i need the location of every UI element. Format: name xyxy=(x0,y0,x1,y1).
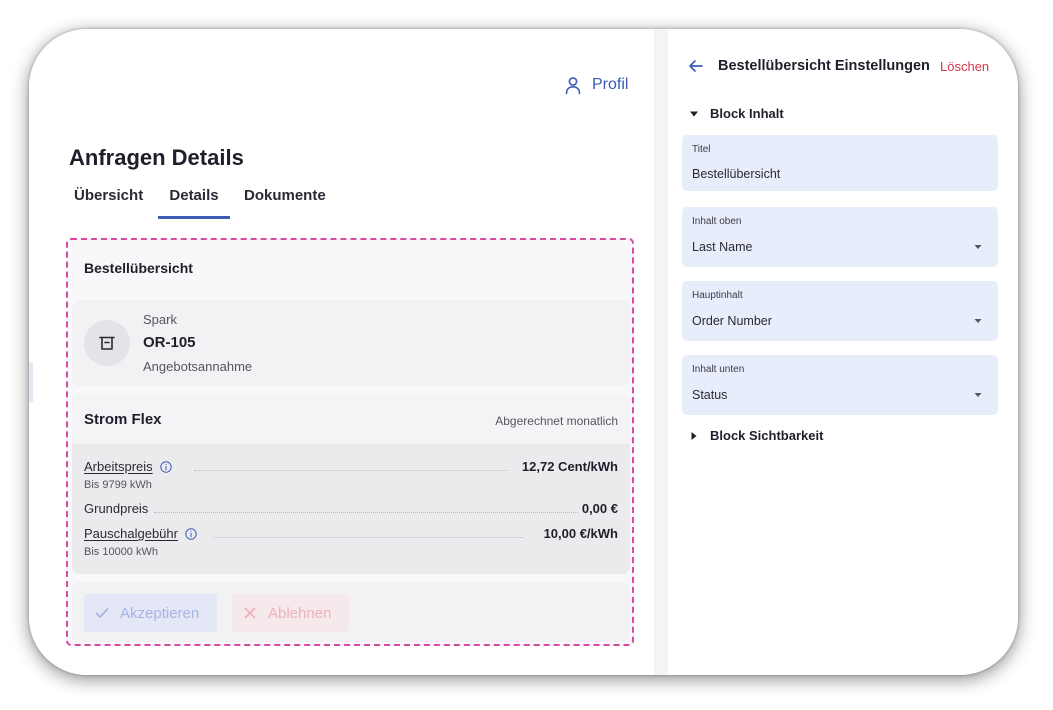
tariff-header: Strom Flex Abgerechnet monatlich xyxy=(72,394,630,444)
order-overview-block[interactable]: Bestellübersicht Spark OR-105 Angebotsan… xyxy=(66,238,634,646)
price-note: Bis 10000 kWh xyxy=(84,546,158,558)
caret-right-icon xyxy=(688,430,700,442)
section-block-visibility[interactable]: Block Sichtbarkeit xyxy=(688,428,823,443)
settings-panel: Bestellübersicht Einstellungen Löschen B… xyxy=(668,29,1018,675)
order-status: Angebotsannahme xyxy=(143,359,253,374)
tariff-name: Strom Flex xyxy=(84,411,162,428)
caret-down-icon xyxy=(974,243,982,251)
field-label: Inhalt unten xyxy=(692,364,745,375)
tab-details[interactable]: Details xyxy=(158,187,230,219)
order-number: OR-105 xyxy=(143,334,196,351)
section-label: Block Inhalt xyxy=(710,106,784,121)
price-name[interactable]: Pauschalgebühr xyxy=(84,526,178,541)
title-field[interactable]: Titel Bestellübersicht xyxy=(682,135,998,191)
field-value: Bestellübersicht xyxy=(692,167,781,181)
section-block-content[interactable]: Block Inhalt xyxy=(688,106,784,121)
price-name[interactable]: Arbeitspreis xyxy=(84,459,153,474)
accept-button[interactable]: Akzeptieren xyxy=(84,594,217,632)
field-label: Titel xyxy=(692,144,711,155)
check-icon xyxy=(94,605,110,621)
pane-divider xyxy=(654,29,668,675)
field-label: Inhalt oben xyxy=(692,216,742,227)
price-value: 12,72 Cent/kWh xyxy=(521,459,618,474)
info-icon[interactable] xyxy=(159,460,172,473)
profile-label: Profil xyxy=(592,76,629,93)
main-pane: Profil Anfragen Details Übersicht Detail… xyxy=(29,29,654,675)
info-icon[interactable] xyxy=(185,527,197,540)
reject-button[interactable]: Ablehnen xyxy=(232,594,349,632)
tariff-card: Strom Flex Abgerechnet monatlich Arbeits… xyxy=(72,394,630,574)
scroll-indicator xyxy=(29,362,33,402)
price-name-wrap: Grundpreis xyxy=(84,501,155,516)
reject-label: Ablehnen xyxy=(268,604,332,622)
price-note: Bis 9799 kWh xyxy=(84,479,152,491)
dotted-leader xyxy=(214,537,523,538)
dotted-leader xyxy=(194,470,508,471)
price-name: Grundpreis xyxy=(84,501,149,516)
price-row-arbeitspreis: Arbeitspreis 12,72 Cent/kWh xyxy=(84,459,618,477)
tab-uebersicht[interactable]: Übersicht xyxy=(74,187,143,219)
tab-dokumente[interactable]: Dokumente xyxy=(244,187,326,219)
user-icon xyxy=(563,75,583,95)
back-button[interactable] xyxy=(688,58,704,74)
price-name-wrap: Arbeitspreis xyxy=(84,459,178,474)
profile-link[interactable]: Profil xyxy=(563,75,628,95)
price-list: Arbeitspreis 12,72 Cent/kWh Bis 9799 kWh… xyxy=(72,444,630,574)
block-title: Bestellübersicht xyxy=(84,260,193,276)
close-icon xyxy=(242,605,258,621)
dotted-leader xyxy=(154,512,578,513)
order-avatar xyxy=(84,320,130,366)
page-title: Anfragen Details xyxy=(69,145,244,170)
content-bottom-select[interactable]: Inhalt unten Status xyxy=(682,355,998,415)
field-label: Hauptinhalt xyxy=(692,290,743,301)
content-top-select[interactable]: Inhalt oben Last Name xyxy=(682,207,998,267)
tariff-billing: Abgerechnet monatlich xyxy=(495,414,618,428)
action-bar: Akzeptieren Ablehnen xyxy=(72,582,630,642)
field-value: Status xyxy=(692,388,728,402)
price-row-grundpreis: Grundpreis 0,00 € xyxy=(84,501,618,519)
delete-button[interactable]: Löschen xyxy=(940,59,989,74)
caret-down-icon xyxy=(688,108,700,120)
order-card: Spark OR-105 Angebotsannahme xyxy=(72,300,630,386)
price-value: 10,00 €/kWh xyxy=(543,526,618,541)
field-value: Last Name xyxy=(692,240,753,254)
arrow-left-icon xyxy=(688,58,704,74)
basket-icon xyxy=(98,334,116,352)
caret-down-icon xyxy=(974,391,982,399)
section-label: Block Sichtbarkeit xyxy=(710,428,824,443)
caret-down-icon xyxy=(974,317,982,325)
price-name-wrap: Pauschalgebühr xyxy=(84,526,203,541)
price-row-pauschalgebuehr: Pauschalgebühr 10,00 €/kWh xyxy=(84,526,618,544)
price-value: 0,00 € xyxy=(581,501,618,516)
app-window: Profil Anfragen Details Übersicht Detail… xyxy=(29,29,1018,675)
field-value: Order Number xyxy=(692,314,772,328)
settings-title: Bestellübersicht Einstellungen xyxy=(718,58,930,74)
main-content-select[interactable]: Hauptinhalt Order Number xyxy=(682,281,998,341)
order-supplier: Spark xyxy=(143,312,177,327)
accept-label: Akzeptieren xyxy=(120,604,200,622)
